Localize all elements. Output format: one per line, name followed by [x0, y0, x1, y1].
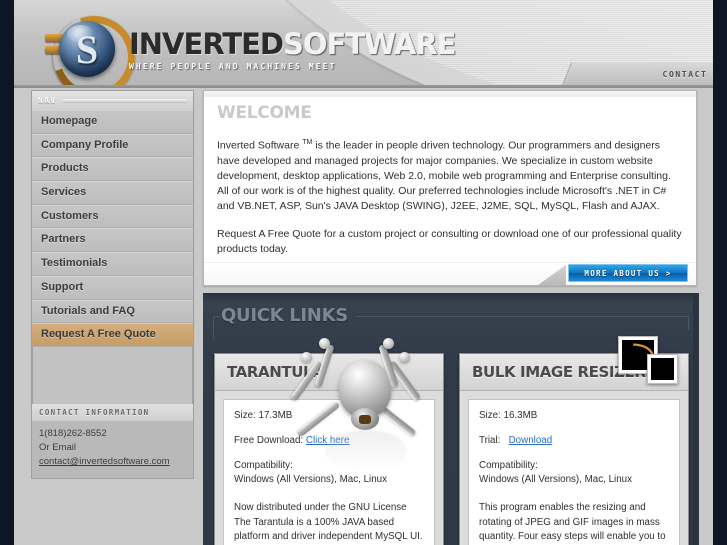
welcome-panel: WELCOME Inverted Software TM is the lead… — [203, 90, 697, 286]
sidebar-item-support[interactable]: Support — [32, 275, 193, 300]
brand-tagline: WHERE PEOPLE AND MACHINES MEET — [129, 62, 337, 71]
main-column: WELCOME Inverted Software TM is the lead… — [203, 90, 697, 286]
quick-links-title: QUICK LINKS — [221, 305, 348, 326]
nav-header-rule — [62, 98, 187, 103]
trademark-mark: TM — [302, 139, 313, 146]
product-card-tarantula[interactable]: TARANTULA Size: 17.3MB Free Download: Cl… — [214, 353, 444, 545]
quick-links-right-rule-cap — [681, 316, 689, 317]
contact-information-body: 1(818)262-8552 Or Email contact@inverted… — [32, 420, 193, 478]
brand-word-software: SOFTWARE — [283, 27, 456, 61]
welcome-text: Inverted Software TM is the leader in pe… — [217, 135, 683, 257]
sidebar-item-homepage[interactable]: Homepage — [32, 110, 193, 134]
tarantula-download-link[interactable]: Click here — [306, 435, 350, 446]
resizer-download-row: Trial: Download — [479, 434, 669, 448]
contact-email-link[interactable]: contact@invertedsoftware.com — [39, 456, 170, 467]
sidebar: NAV Homepage Company Profile Products Se… — [31, 90, 194, 479]
resizer-card-body: Size: 16.3MB Trial: Download Compatibili… — [468, 399, 680, 545]
sidebar-item-customers[interactable]: Customers — [32, 204, 193, 229]
quick-links-right-cap — [693, 293, 699, 545]
welcome-paragraph-2: Request A Free Quote for a custom projec… — [217, 227, 682, 255]
brand-word-inverted: INVERTED — [129, 27, 284, 61]
quick-links-top-shade — [203, 293, 699, 303]
tarantula-card-header: TARANTULA — [215, 354, 443, 391]
header-contact-label: CONTACT — [662, 69, 708, 79]
nav-header: NAV — [32, 91, 193, 110]
nav-list: Homepage Company Profile Products Servic… — [32, 110, 193, 347]
sidebar-item-services[interactable]: Services — [32, 181, 193, 205]
image-resize-icon: ⤵ — [618, 336, 678, 386]
brand-wordmark: INVERTEDSOFTWARE WHERE PEOPLE AND MACHIN… — [129, 27, 456, 72]
sidebar-item-testimonials[interactable]: Testimonials — [32, 252, 193, 276]
tarantula-description: Now distributed under the GNU License Th… — [234, 502, 423, 542]
contact-information-box: CONTACT INFORMATION 1(818)262-8552 Or Em… — [31, 403, 194, 479]
quick-links-left-rule-cap — [213, 316, 221, 317]
resizer-description-text: This program enables the resizing and ro… — [479, 502, 666, 542]
resize-photo-small — [647, 354, 678, 384]
sidebar-item-request-a-free-quote[interactable]: Request A Free Quote — [32, 323, 193, 347]
quick-links-left-rule — [213, 316, 214, 338]
tarantula-compatibility-value: Windows (All Versions), Mac, Linux — [234, 474, 387, 485]
sidebar-item-tutorials-and-faq[interactable]: Tutorials and FAQ — [32, 299, 193, 324]
sidebar-item-partners[interactable]: Partners — [32, 228, 193, 253]
content-area: NAV Homepage Company Profile Products Se… — [14, 88, 713, 545]
tarantula-size: Size: 17.3MB — [234, 410, 293, 421]
quick-links-top-rule — [355, 316, 685, 317]
quick-links-right-rule — [688, 316, 689, 330]
header-contact-link[interactable]: CONTACT — [562, 62, 713, 85]
tarantula-title: TARANTULA — [227, 363, 324, 381]
tarantula-download-row: Free Download: Click here — [234, 434, 424, 448]
resizer-description: This program enables the resizing and ro… — [479, 501, 669, 545]
site-frame: S INVERTEDSOFTWARE WHERE PEOPLE AND MACH… — [14, 0, 727, 545]
page-root: S INVERTEDSOFTWARE WHERE PEOPLE AND MACH… — [0, 0, 727, 545]
resizer-compatibility-label: Compatibility: — [479, 460, 538, 471]
welcome-p1-part-a: Inverted Software — [217, 139, 303, 152]
logo-gloss — [67, 25, 95, 43]
nav-filler — [32, 346, 193, 404]
nav-box: NAV Homepage Company Profile Products Se… — [31, 90, 194, 404]
welcome-top-bar — [204, 91, 696, 97]
contact-information-title: CONTACT INFORMATION — [32, 403, 193, 421]
more-about-us-button[interactable]: MORE ABOUT US > — [568, 264, 688, 282]
resizer-download-link[interactable]: Download — [509, 435, 553, 446]
site-logo[interactable]: S — [39, 2, 149, 88]
welcome-paragraph-1: Inverted Software TM is the leader in pe… — [217, 135, 683, 215]
welcome-title: WELCOME — [217, 103, 312, 123]
tarantula-card-body: Size: 17.3MB Free Download: Click here C… — [223, 399, 435, 545]
sidebar-item-products[interactable]: Products — [32, 157, 193, 182]
resizer-compatibility-value: Windows (All Versions), Mac, Linux — [479, 474, 632, 485]
tarantula-compatibility-label: Compatibility: — [234, 460, 293, 471]
quick-links-section: QUICK LINKS TARANTULA Size: 17.3MB Free … — [203, 293, 699, 545]
resizer-trial-label: Trial: — [479, 435, 501, 446]
contact-phone: 1(818)262-8552 — [39, 427, 107, 439]
tarantula-download-label: Free Download: — [234, 435, 304, 446]
site-header: S INVERTEDSOFTWARE WHERE PEOPLE AND MACH… — [14, 0, 713, 88]
nav-title: NAV — [38, 96, 57, 105]
sidebar-item-company-profile[interactable]: Company Profile — [32, 133, 193, 158]
resizer-size: Size: 16.3MB — [479, 410, 538, 421]
contact-or-email-label: Or Email — [39, 441, 76, 453]
